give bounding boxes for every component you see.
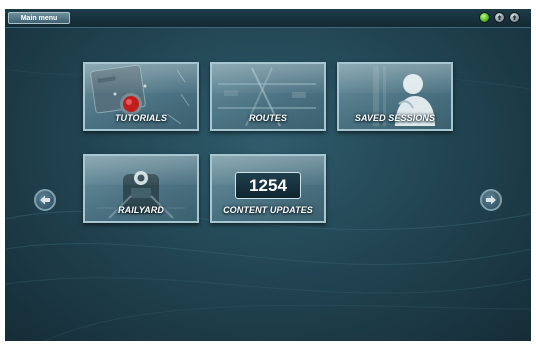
next-page-button[interactable] [480,189,502,211]
tile-gloss [85,64,197,94]
arrow-right-icon [486,195,496,205]
tile-label: SAVED SESSIONS [354,113,436,123]
arrow-left-icon [40,195,50,205]
settings-icon[interactable] [494,12,505,23]
main-menu-screen: Main menu TUTORIALS ROUTES SAVED SESSION… [5,9,531,341]
previous-page-button[interactable] [34,189,56,211]
top-bar: Main menu [5,9,531,28]
tile-gloss [339,64,451,94]
content-updates-counter: 1254 [235,172,301,199]
tile-content-updates[interactable]: 1254 CONTENT UPDATES [210,154,326,223]
main-menu-button[interactable]: Main menu [8,12,70,24]
exit-icon[interactable] [509,12,520,23]
tile-routes[interactable]: ROUTES [210,62,326,131]
tile-label: RAILYARD [118,205,164,215]
tile-label: ROUTES [248,113,288,123]
tile-label: CONTENT UPDATES [223,205,313,215]
tile-tutorials[interactable]: TUTORIALS [83,62,199,131]
status-indicator-icon [479,12,490,23]
tile-label: TUTORIALS [114,113,168,123]
tile-railyard[interactable]: RAILYARD [83,154,199,223]
tile-gloss [212,64,324,94]
tile-gloss [85,156,197,186]
tile-saved-sessions[interactable]: SAVED SESSIONS [337,62,453,131]
